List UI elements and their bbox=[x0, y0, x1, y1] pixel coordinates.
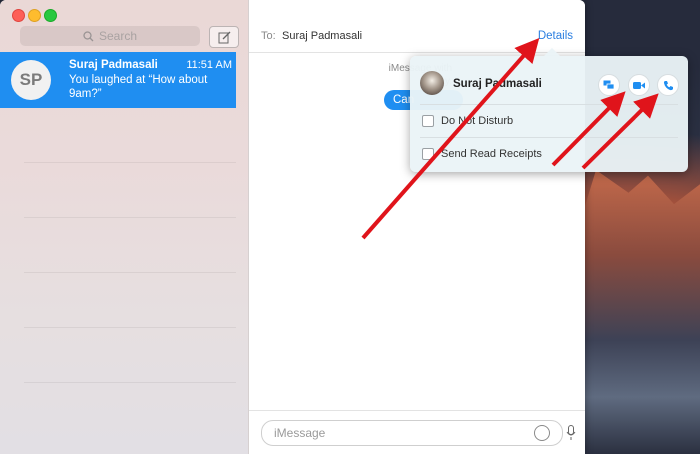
search-input[interactable]: Search bbox=[20, 26, 200, 46]
details-popover: Suraj Padmasali Do Not Disturb Send Read… bbox=[410, 48, 688, 172]
list-divider bbox=[24, 327, 236, 328]
popover-divider bbox=[420, 137, 678, 138]
conversation-time: 11:51 AM bbox=[186, 59, 232, 71]
screen-share-button[interactable] bbox=[598, 74, 620, 96]
search-placeholder: Search bbox=[98, 29, 138, 43]
list-divider bbox=[24, 162, 236, 163]
do-not-disturb-option[interactable]: Do Not Disturb bbox=[422, 115, 513, 127]
popover-divider bbox=[420, 104, 678, 105]
do-not-disturb-label: Do Not Disturb bbox=[441, 115, 514, 127]
conversation-item[interactable]: SP Suraj Padmasali 11:51 AM You laughed … bbox=[0, 52, 236, 108]
minimize-window-button[interactable] bbox=[28, 9, 41, 22]
recipient-bar: To: Suraj Padmasali Details bbox=[249, 0, 585, 53]
close-window-button[interactable] bbox=[12, 9, 25, 22]
send-read-receipts-option[interactable]: Send Read Receipts bbox=[422, 148, 542, 160]
sidebar: Search SP Suraj Padmasali 11:51 AM You l… bbox=[0, 0, 249, 454]
screen-share-icon bbox=[603, 80, 615, 90]
contact-name: Suraj Padmasali bbox=[453, 78, 542, 90]
composer-bar: iMessage bbox=[249, 410, 585, 454]
to-label: To: bbox=[261, 30, 276, 42]
recipient-name[interactable]: Suraj Padmasali bbox=[282, 30, 362, 42]
message-input[interactable]: iMessage bbox=[261, 420, 563, 446]
zoom-window-button[interactable] bbox=[44, 9, 57, 22]
compose-button[interactable] bbox=[209, 26, 239, 48]
phone-call-icon bbox=[663, 80, 673, 90]
emoji-icon[interactable] bbox=[534, 425, 550, 441]
send-read-receipts-checkbox[interactable] bbox=[422, 148, 434, 160]
send-read-receipts-label: Send Read Receipts bbox=[441, 148, 542, 160]
contact-avatar bbox=[420, 71, 444, 95]
message-placeholder: iMessage bbox=[274, 426, 326, 440]
conversation-name: Suraj Padmasali bbox=[69, 59, 158, 71]
avatar: SP bbox=[11, 60, 51, 100]
conversation-preview: You laughed at “How about 9am?” bbox=[69, 74, 208, 100]
compose-icon bbox=[218, 31, 230, 43]
do-not-disturb-checkbox[interactable] bbox=[422, 115, 434, 127]
phone-call-button[interactable] bbox=[657, 74, 679, 96]
wallpaper-mountain bbox=[570, 170, 700, 454]
video-call-icon bbox=[633, 81, 645, 89]
list-divider bbox=[24, 272, 236, 273]
search-icon bbox=[83, 30, 94, 41]
list-divider bbox=[24, 217, 236, 218]
video-call-button[interactable] bbox=[628, 74, 650, 96]
list-divider bbox=[24, 382, 236, 383]
details-button[interactable]: Details bbox=[538, 30, 573, 42]
microphone-icon[interactable] bbox=[566, 425, 576, 441]
